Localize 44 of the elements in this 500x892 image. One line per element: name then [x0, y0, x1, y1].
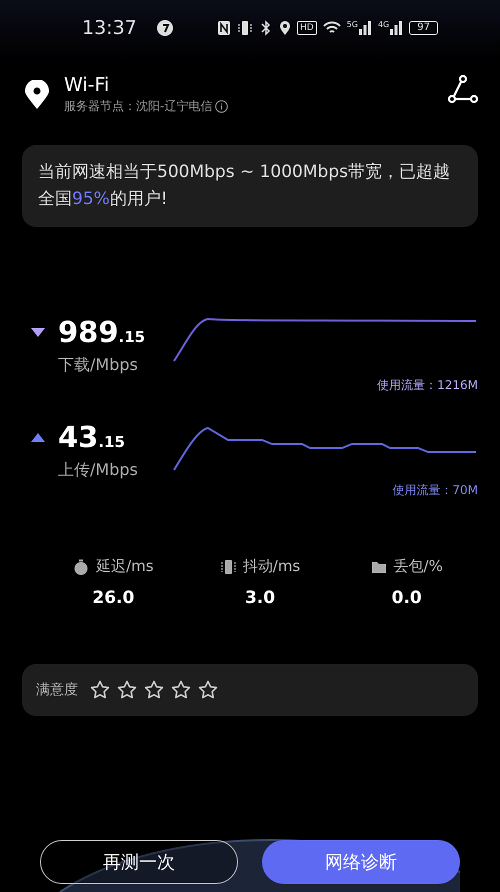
signal-icon	[389, 20, 404, 36]
nodes-icon	[448, 74, 478, 104]
signal-icon	[358, 20, 372, 36]
location-pin-icon	[24, 80, 50, 110]
nfc-icon	[216, 20, 231, 36]
data-usage: 使用流量：1216M	[377, 377, 478, 394]
app-notification-icon	[156, 20, 173, 36]
metric-value: 0.0	[392, 588, 422, 608]
network-name: Wi-Fi	[64, 74, 110, 96]
location-icon	[278, 20, 291, 36]
down-triangle-icon	[30, 326, 46, 338]
star-icon	[171, 680, 191, 700]
server-label: 服务器节点：沈阳-辽宁电信	[64, 98, 212, 115]
star-icon	[117, 680, 137, 700]
hd-badge: HD	[296, 21, 317, 35]
info-icon	[215, 100, 228, 113]
bluetooth-icon	[258, 20, 273, 36]
metric-value: 3.0	[244, 588, 276, 608]
star-rating[interactable]	[90, 680, 218, 700]
clock: 13:37	[82, 17, 137, 39]
metric-value: 26.0	[92, 588, 134, 608]
data-usage: 使用流量：70M	[392, 482, 478, 499]
stopwatch-icon	[73, 558, 90, 574]
speed-unit: 上传/Mbps	[58, 460, 139, 481]
speed-value: 43.15	[58, 420, 125, 454]
retest-button[interactable]: 再测一次	[40, 840, 238, 884]
summary-card: 当前网速相当于500Mbps ~ 1000Mbps带宽，已超越全国95%的用户!	[22, 145, 478, 227]
speed-value: 989.15	[58, 315, 146, 349]
network-type: 4G	[378, 20, 390, 29]
diagnose-button[interactable]: 网络诊断	[262, 840, 460, 884]
up-triangle-icon	[30, 432, 46, 442]
metric-label: 延迟/ms	[96, 557, 154, 576]
rating-label: 满意度	[36, 681, 78, 699]
star-icon	[90, 680, 110, 700]
network-type: 5G	[346, 20, 358, 29]
speed-unit: 下载/Mbps	[58, 355, 139, 376]
star-icon	[198, 680, 218, 700]
vibrate-icon	[236, 20, 253, 36]
vibrate-icon	[220, 558, 237, 574]
metric-label: 抖动/ms	[242, 557, 300, 576]
metric-label: 丢包/%	[394, 557, 443, 576]
star-icon	[144, 680, 164, 700]
battery-indicator: 97	[409, 21, 438, 35]
route-button[interactable]	[448, 74, 478, 104]
